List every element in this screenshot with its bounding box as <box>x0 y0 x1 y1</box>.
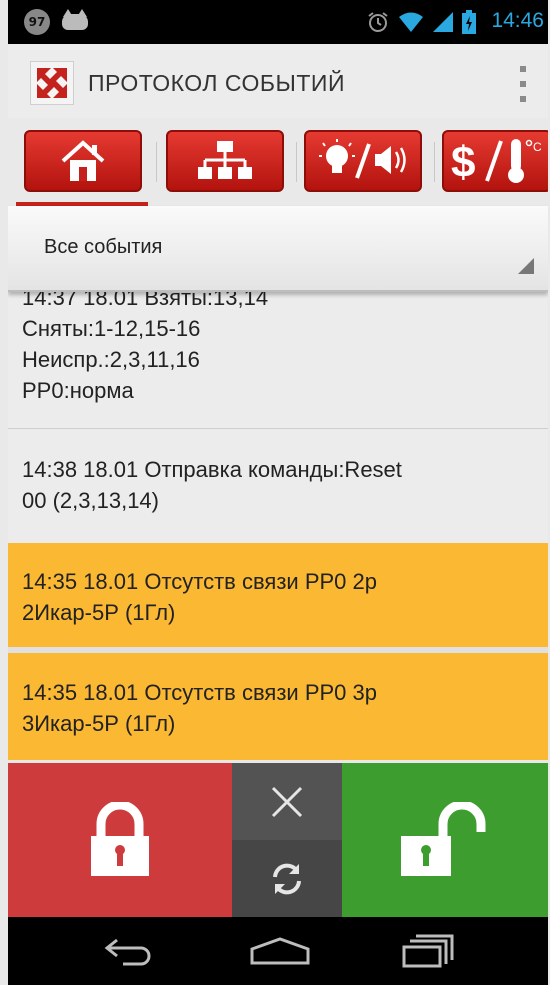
event-text: 00 (2,3,13,14) <box>22 488 159 513</box>
money-temperature-icon: $ C <box>451 138 542 187</box>
event-filter-value: Все события <box>44 236 163 258</box>
event-text: 14:38 18.01 Отправка команды:Reset <box>22 457 402 482</box>
unlock-icon <box>401 802 486 876</box>
event-text: 14:37 18.01 Взяты:13,14 <box>22 290 269 310</box>
event-item[interactable]: 14:38 18.01 Отправка команды:Reset 00 (2… <box>8 429 548 543</box>
event-text: Сняты:1-12,15-16 <box>22 316 201 341</box>
house-icon <box>61 140 105 181</box>
event-item[interactable]: 14:37 18.01 Взяты:13,14 Сняты:1-12,15-16… <box>8 290 548 428</box>
refresh-icon <box>273 863 301 894</box>
page-title: ПРОТОКОЛ СОБЫТИЙ <box>88 70 345 96</box>
phone-screen: 97 14:46 ПРОТОКОЛ СОБЫТИЙ $ C Все событи… <box>8 0 548 985</box>
svg-text:$: $ <box>451 138 475 187</box>
event-text: РР0:норма <box>22 378 134 403</box>
system-nav-bar <box>8 917 548 985</box>
disarm-unlock-button[interactable] <box>342 763 548 917</box>
status-bar: 97 14:46 <box>8 0 548 44</box>
close-button[interactable] <box>232 763 342 840</box>
overflow-menu-icon[interactable] <box>518 66 528 102</box>
action-bar: ПРОТОКОЛ СОБЫТИЙ <box>8 44 548 119</box>
back-icon <box>104 938 151 966</box>
light-sound-icon <box>319 139 406 179</box>
tab-divider <box>434 142 435 182</box>
event-text: 3Икар-5Р (1Гл) <box>22 711 176 736</box>
home-button[interactable] <box>230 927 330 975</box>
tab-network[interactable] <box>166 130 284 192</box>
tab-light-sound[interactable] <box>304 130 422 192</box>
notification-count-badge: 97 <box>24 9 50 35</box>
event-text: 2Икар-5Р (1Гл) <box>22 600 176 625</box>
arm-lock-button[interactable] <box>8 763 232 917</box>
home-icon <box>250 937 310 965</box>
event-text: 14:35 18.01 Отсутств связи РР0 2р <box>22 569 377 594</box>
close-icon <box>271 786 303 817</box>
app-logo-icon[interactable] <box>30 61 74 105</box>
alarm-icon <box>368 12 388 32</box>
refresh-button[interactable] <box>232 840 342 917</box>
tab-money-temperature[interactable]: $ C <box>442 130 548 192</box>
dropdown-arrow-icon <box>518 258 534 274</box>
recents-button[interactable] <box>378 927 478 975</box>
lock-icon <box>91 802 149 876</box>
event-item-alarm[interactable]: 14:35 18.01 Отсутств связи РР0 2р 2Икар-… <box>8 543 548 647</box>
event-text: 14:35 18.01 Отсутств связи РР0 3р <box>22 680 377 705</box>
tab-divider <box>296 142 297 182</box>
wifi-icon <box>399 12 423 32</box>
category-tabs: $ C <box>8 118 548 206</box>
svg-text:C: C <box>533 140 542 154</box>
event-list[interactable]: 14:37 18.01 Взяты:13,14 Сняты:1-12,15-16… <box>8 290 548 760</box>
event-text: Неиспр.:2,3,11,16 <box>22 347 200 372</box>
android-debug-icon <box>62 9 88 30</box>
tab-divider <box>156 142 157 182</box>
event-item-alarm[interactable]: 14:35 18.01 Отсутств связи РР0 3р 3Икар-… <box>8 653 548 760</box>
recents-icon <box>402 934 454 968</box>
status-icons <box>366 10 476 34</box>
status-time: 14:46 <box>491 9 544 32</box>
battery-icon <box>462 10 476 34</box>
event-filter-dropdown[interactable]: Все события <box>8 206 548 292</box>
back-button[interactable] <box>80 927 180 975</box>
tab-home[interactable] <box>24 130 142 192</box>
signal-icon <box>433 12 453 32</box>
network-icon <box>198 141 252 179</box>
